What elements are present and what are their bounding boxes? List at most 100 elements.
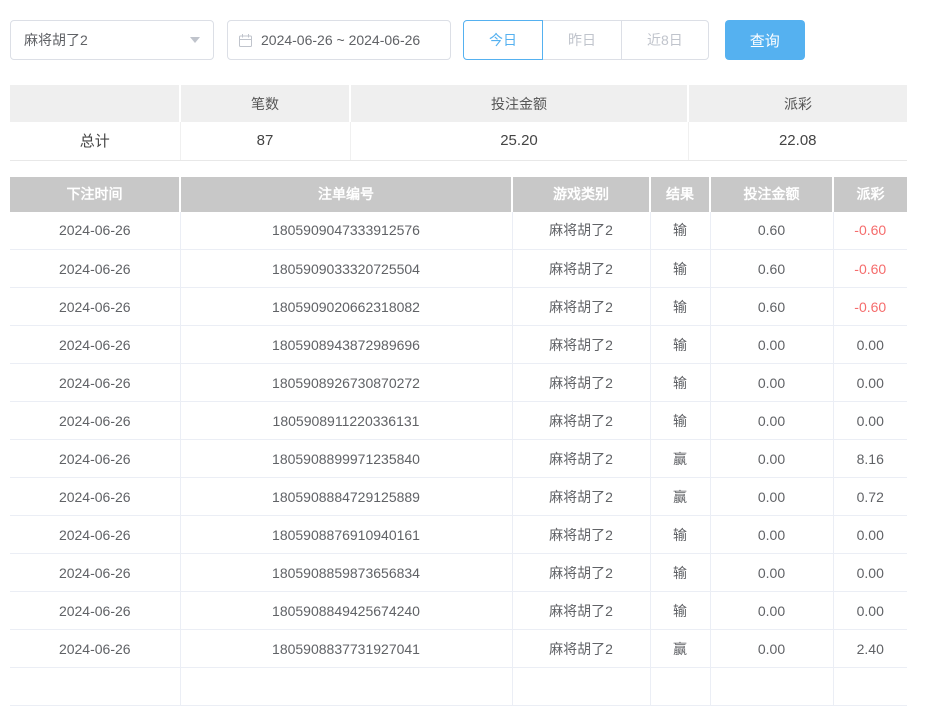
cell-game-type	[512, 668, 650, 706]
calendar-icon	[238, 33, 253, 48]
records-header-order-id: 注单编号	[180, 177, 512, 212]
cell-game-type: 麻将胡了2	[512, 630, 650, 668]
cell-bet-time: 2024-06-26	[10, 250, 180, 288]
summary-header-row: 笔数 投注金额 派彩	[10, 85, 907, 122]
cell-game-type: 麻将胡了2	[512, 440, 650, 478]
summary-header-payout: 派彩	[688, 85, 907, 122]
cell-payout: -0.60	[833, 288, 907, 326]
cell-bet-time: 2024-06-26	[10, 364, 180, 402]
cell-game-type: 麻将胡了2	[512, 288, 650, 326]
cell-bet-time	[10, 668, 180, 706]
cell-result: 输	[650, 326, 710, 364]
game-select-value: 麻将胡了2	[24, 30, 88, 50]
cell-bet-amount: 0.00	[710, 630, 833, 668]
summary-header-count: 笔数	[180, 85, 350, 122]
cell-result: 输	[650, 402, 710, 440]
cell-payout: 0.72	[833, 478, 907, 516]
summary-total-payout: 22.08	[688, 122, 907, 160]
records-header-result: 结果	[650, 177, 710, 212]
table-row: 2024-06-261805908911220336131麻将胡了2输0.000…	[10, 402, 907, 440]
cell-bet-amount: 0.00	[710, 326, 833, 364]
cell-bet-amount: 0.00	[710, 364, 833, 402]
records-header-payout: 派彩	[833, 177, 907, 212]
cell-result	[650, 668, 710, 706]
table-row: 2024-06-261805908837731927041麻将胡了2赢0.002…	[10, 630, 907, 668]
cell-order-id: 1805908926730870272	[180, 364, 512, 402]
cell-result: 赢	[650, 478, 710, 516]
records-table: 下注时间 注单编号 游戏类别 结果 投注金额 派彩 2024-06-261805…	[10, 177, 907, 706]
cell-payout: 0.00	[833, 326, 907, 364]
cell-order-id: 1805908884729125889	[180, 478, 512, 516]
cell-order-id: 1805909033320725504	[180, 250, 512, 288]
toolbar: 麻将胡了2 2024-06-26 ~ 2024-06-26 今日 昨日 近8日 …	[10, 20, 944, 60]
cell-result: 输	[650, 250, 710, 288]
records-header-game: 游戏类别	[512, 177, 650, 212]
cell-bet-amount: 0.00	[710, 554, 833, 592]
cell-game-type: 麻将胡了2	[512, 554, 650, 592]
table-row: 2024-06-261805908943872989696麻将胡了2输0.000…	[10, 326, 907, 364]
table-row: 2024-06-261805909033320725504麻将胡了2输0.60-…	[10, 250, 907, 288]
summary-header-empty	[10, 85, 180, 122]
table-row: 2024-06-261805908926730870272麻将胡了2输0.000…	[10, 364, 907, 402]
cell-game-type: 麻将胡了2	[512, 212, 650, 250]
cell-bet-time: 2024-06-26	[10, 402, 180, 440]
summary-header-bet-amount: 投注金额	[350, 85, 688, 122]
cell-bet-amount: 0.00	[710, 478, 833, 516]
cell-order-id: 1805908849425674240	[180, 592, 512, 630]
cell-bet-amount: 0.00	[710, 592, 833, 630]
cell-result: 输	[650, 554, 710, 592]
cell-bet-time: 2024-06-26	[10, 516, 180, 554]
cell-order-id: 1805908911220336131	[180, 402, 512, 440]
table-row: 2024-06-261805908859873656834麻将胡了2输0.000…	[10, 554, 907, 592]
game-select[interactable]: 麻将胡了2	[10, 20, 214, 60]
cell-result: 输	[650, 364, 710, 402]
cell-bet-time: 2024-06-26	[10, 326, 180, 364]
cell-bet-time: 2024-06-26	[10, 592, 180, 630]
cell-payout: 8.16	[833, 440, 907, 478]
cell-bet-amount: 0.00	[710, 402, 833, 440]
cell-payout: -0.60	[833, 212, 907, 250]
cell-bet-amount	[710, 668, 833, 706]
cell-order-id: 1805908943872989696	[180, 326, 512, 364]
records-header-bet: 投注金额	[710, 177, 833, 212]
records-header-row: 下注时间 注单编号 游戏类别 结果 投注金额 派彩	[10, 177, 907, 212]
summary-total-bet-amount: 25.20	[350, 122, 688, 160]
table-row: 2024-06-261805909020662318082麻将胡了2输0.60-…	[10, 288, 907, 326]
date-range-picker[interactable]: 2024-06-26 ~ 2024-06-26	[227, 20, 451, 60]
filter-yesterday-button[interactable]: 昨日	[542, 20, 622, 60]
cell-game-type: 麻将胡了2	[512, 250, 650, 288]
cell-order-id: 1805909020662318082	[180, 288, 512, 326]
cell-payout	[833, 668, 907, 706]
cell-payout: 0.00	[833, 554, 907, 592]
cell-game-type: 麻将胡了2	[512, 364, 650, 402]
cell-game-type: 麻将胡了2	[512, 326, 650, 364]
filter-last8days-button[interactable]: 近8日	[621, 20, 709, 60]
table-row	[10, 668, 907, 706]
cell-payout: 2.40	[833, 630, 907, 668]
cell-order-id: 1805908837731927041	[180, 630, 512, 668]
cell-bet-time: 2024-06-26	[10, 288, 180, 326]
cell-order-id: 1805908899971235840	[180, 440, 512, 478]
table-row: 2024-06-261805908876910940161麻将胡了2输0.000…	[10, 516, 907, 554]
date-range-value: 2024-06-26 ~ 2024-06-26	[261, 32, 420, 48]
cell-order-id: 1805909047333912576	[180, 212, 512, 250]
summary-table: 笔数 投注金额 派彩 总计 87 25.20 22.08	[10, 85, 907, 161]
cell-bet-time: 2024-06-26	[10, 440, 180, 478]
cell-game-type: 麻将胡了2	[512, 402, 650, 440]
cell-order-id	[180, 668, 512, 706]
cell-payout: 0.00	[833, 592, 907, 630]
cell-result: 输	[650, 592, 710, 630]
chevron-down-icon	[190, 37, 200, 43]
cell-bet-time: 2024-06-26	[10, 630, 180, 668]
summary-total-label: 总计	[10, 122, 180, 160]
cell-game-type: 麻将胡了2	[512, 478, 650, 516]
quick-filter-group: 今日 昨日 近8日	[463, 20, 709, 60]
filter-today-button[interactable]: 今日	[463, 20, 543, 60]
cell-result: 输	[650, 516, 710, 554]
cell-order-id: 1805908876910940161	[180, 516, 512, 554]
cell-bet-amount: 0.00	[710, 516, 833, 554]
query-button[interactable]: 查询	[725, 20, 805, 60]
cell-payout: 0.00	[833, 364, 907, 402]
table-row: 2024-06-261805909047333912576麻将胡了2输0.60-…	[10, 212, 907, 250]
cell-bet-time: 2024-06-26	[10, 554, 180, 592]
